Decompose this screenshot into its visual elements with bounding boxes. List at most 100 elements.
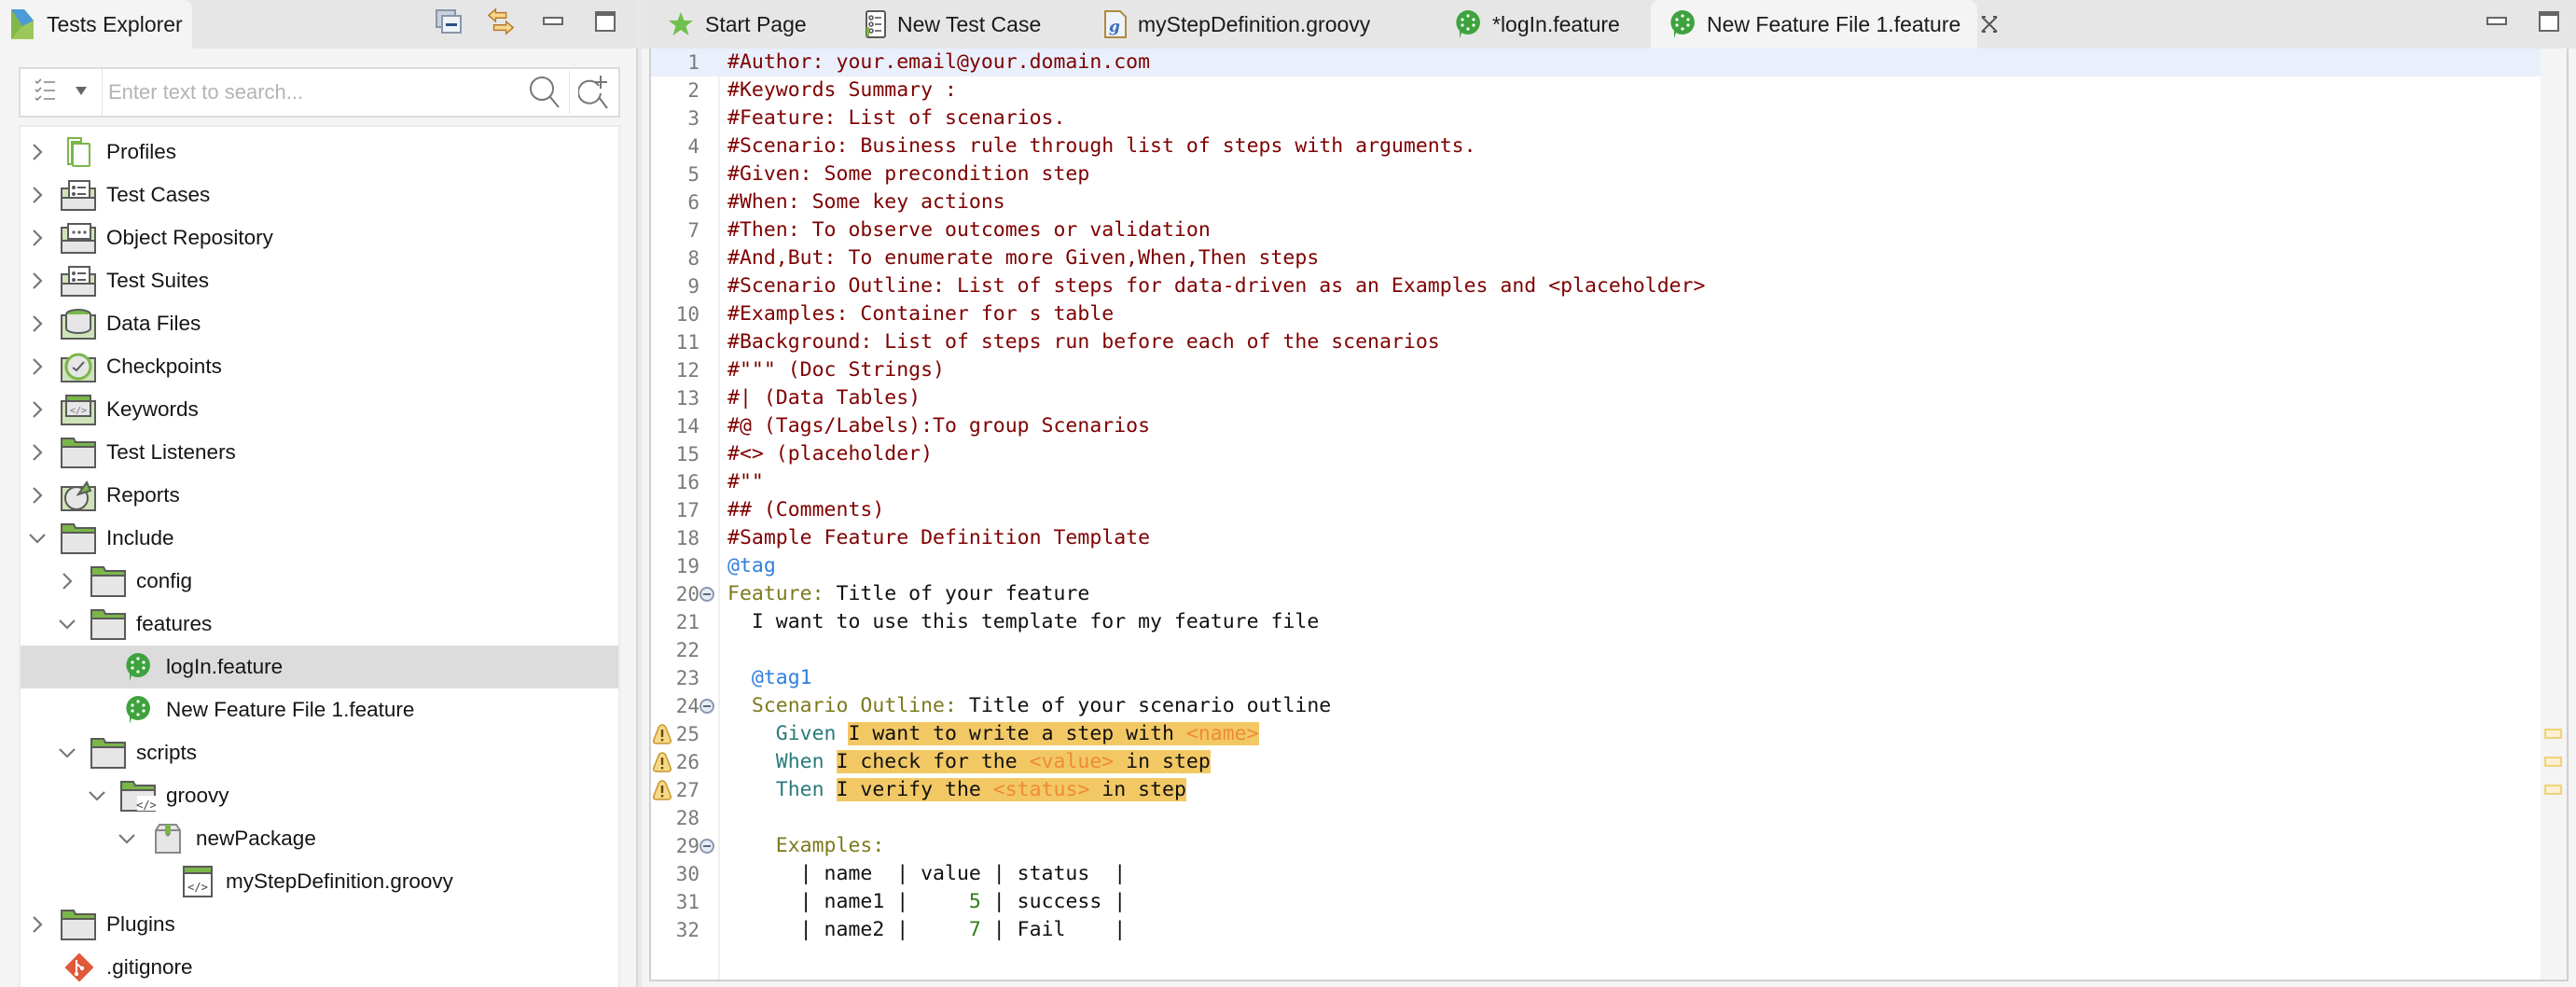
code-line[interactable]: 22 [651,636,2544,664]
code-line[interactable]: 31 | name1 | 5 | success | [651,888,2544,916]
chevron-down-icon[interactable] [26,527,48,549]
code-line[interactable]: 7 #Then: To observe outcomes or validatio… [651,216,2544,244]
tree-item[interactable]: Object Repository [21,216,618,259]
warning-marker[interactable] [2544,729,2562,739]
warning-marker[interactable] [2544,785,2562,795]
tree-item[interactable]: .gitignore [21,946,618,987]
code-line[interactable]: 5 #Given: Some precondition step [651,160,2544,188]
code-line[interactable]: 1 #Author: your.email@your.domain.com [651,49,2544,76]
code-line[interactable]: 14 #@ (Tags/Labels):To group Scenarios [651,412,2544,440]
code-line[interactable]: 11 #Background: List of steps run before … [651,328,2544,356]
token-tag: @tag1 [751,666,812,689]
tests-explorer-tabbar: Tests Explorer [0,0,638,49]
code-line[interactable]: 32 | name2 | 7 | Fail | [651,916,2544,944]
chevron-right-icon[interactable] [26,313,48,335]
code-line[interactable]: 28 [651,804,2544,832]
tree-item[interactable]: logIn.feature [21,646,618,688]
fold-collapse-icon[interactable] [699,699,714,714]
tree-item[interactable]: Data Files [21,302,618,345]
code-line[interactable]: 21 I want to use this template for my fe… [651,608,2544,636]
link-with-editor-icon[interactable] [487,7,515,35]
tree-item[interactable]: features [21,603,618,646]
code-line[interactable]: 16 #"" [651,468,2544,496]
tree-item[interactable]: Test Suites [21,259,618,302]
code-line[interactable]: 29 Examples: [651,832,2544,860]
editor-tab[interactable]: New Test Case [847,0,1078,49]
editor-tab[interactable]: *logIn.feature [1436,0,1641,49]
token-kw: Scenario Outline: [751,694,957,717]
tree-item[interactable]: Profiles [21,131,618,174]
code-line[interactable]: 27 Then I verify the <status> in step [651,776,2544,804]
chevron-right-icon[interactable] [26,355,48,378]
editor-tab[interactable]: g myStepDefinition.groovy [1086,0,1427,49]
chevron-right-icon[interactable] [26,913,48,936]
code-line[interactable]: 17 ## (Comments) [651,496,2544,524]
fold-collapse-icon[interactable] [699,587,714,602]
tree-item[interactable]: config [21,560,618,603]
close-tab-icon[interactable] [1979,13,2000,35]
tree-item[interactable]: scripts [21,731,618,774]
code-line[interactable]: 25 Given I want to write a step with <na… [651,720,2544,748]
code-line[interactable]: 8 #And,But: To enumerate more Given,When,… [651,244,2544,272]
code-line[interactable]: 23 @tag1 [651,664,2544,692]
folder-icon [90,607,127,641]
filter-dropdown[interactable] [21,69,103,116]
chevron-right-icon[interactable] [26,484,48,507]
tree-item[interactable]: Plugins [21,903,618,946]
chevron-down-icon[interactable] [86,785,108,807]
code-line[interactable]: 20 Feature: Title of your feature [651,580,2544,608]
overview-ruler[interactable] [2541,49,2567,980]
chevron-right-icon[interactable] [26,227,48,249]
editor-tab[interactable]: New Feature File 1.feature [1651,0,1999,49]
fold-collapse-icon[interactable] [699,839,714,854]
advanced-search-button[interactable] [570,69,618,116]
chevron-right-icon[interactable] [26,141,48,163]
code-line[interactable]: 18 #Sample Feature Definition Template [651,524,2544,552]
code-line[interactable]: 30 | name | value | status | [651,860,2544,888]
tree-item-label: myStepDefinition.groovy [226,869,453,893]
code-line[interactable]: 26 When I check for the <value> in step [651,748,2544,776]
editor-tab[interactable]: Start Page [649,0,836,49]
chevron-right-icon[interactable] [26,441,48,464]
code-line[interactable]: 2 #Keywords Summary : [651,76,2544,104]
code-line[interactable]: 3 #Feature: List of scenarios. [651,104,2544,132]
chevron-right-icon[interactable] [26,398,48,421]
chevron-right-icon[interactable] [26,270,48,292]
chevron-down-icon[interactable] [56,742,78,764]
code-line[interactable]: 9 #Scenario Outline: List of steps for da… [651,272,2544,300]
maximize-icon[interactable] [2535,7,2563,35]
code-line[interactable]: 10 #Examples: Container for s table [651,300,2544,328]
code-line[interactable]: 24 Scenario Outline: Title of your scena… [651,692,2544,720]
search-button[interactable] [520,69,569,116]
chevron-right-icon[interactable] [26,184,48,206]
tree-item[interactable]: </> Keywords [21,388,618,431]
minimize-icon[interactable] [2483,7,2511,35]
tree-item[interactable]: </> groovy [21,774,618,817]
tree-item[interactable]: New Feature File 1.feature [21,688,618,731]
code-line[interactable]: 15 #<> (placeholder) [651,440,2544,468]
tree-item[interactable]: Checkpoints [21,345,618,388]
tree-item[interactable]: Test Listeners [21,431,618,474]
code-line[interactable]: 6 #When: Some key actions [651,188,2544,216]
code-line[interactable]: 19 @tag [651,552,2544,580]
tree-item[interactable]: newPackage [21,817,618,860]
minimize-icon[interactable] [539,7,567,35]
code-line[interactable]: 4 #Scenario: Business rule through list o… [651,132,2544,160]
code-line[interactable]: 12 #""" (Doc Strings) [651,356,2544,384]
code-line[interactable]: 13 #| (Data Tables) [651,384,2544,412]
chevron-down-icon[interactable] [56,613,78,635]
tab-tests-explorer[interactable]: Tests Explorer [0,0,192,49]
tree-item[interactable]: </> myStepDefinition.groovy [21,860,618,903]
chevron-down-icon[interactable] [116,827,138,850]
search-input[interactable] [103,69,520,116]
tree-item[interactable]: Test Cases [21,174,618,216]
collapse-all-icon[interactable] [435,7,463,35]
feature-file-editor[interactable]: 1 #Author: your.email@your.domain.com 2 #Ke… [649,49,2569,981]
maximize-icon[interactable] [591,7,619,35]
keywords-icon: </> [60,393,97,426]
tree-item[interactable]: Reports [21,474,618,517]
tree-item[interactable]: Include [21,517,618,560]
warning-marker[interactable] [2544,757,2562,767]
chevron-right-icon[interactable] [56,570,78,592]
